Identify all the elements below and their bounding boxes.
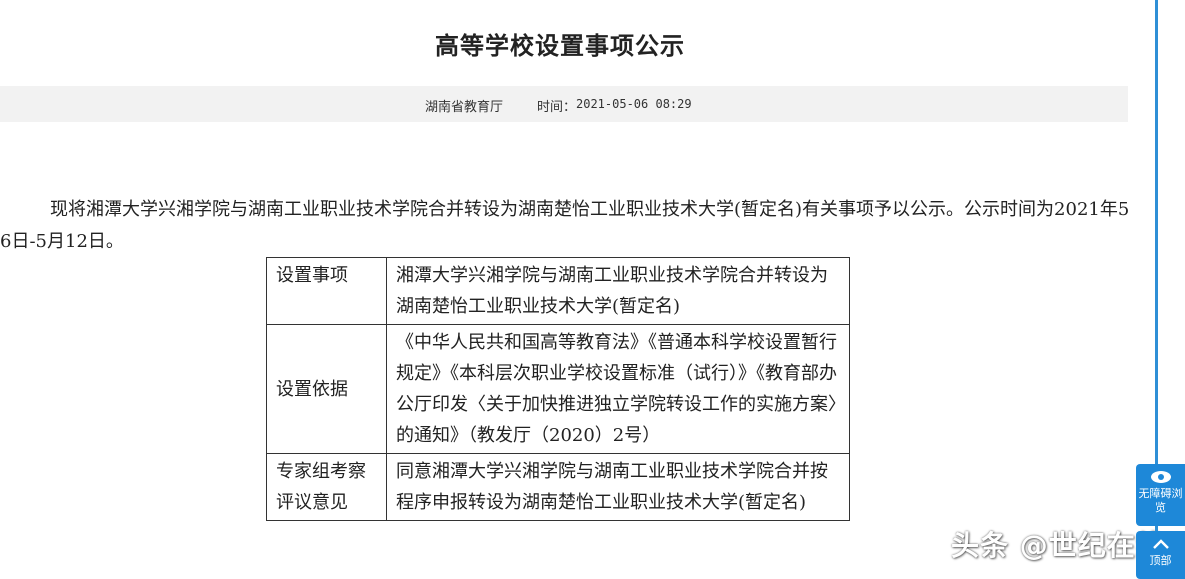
table-row: 专家组考察评议意见 同意湘潭大学兴湘学院与湖南工业职业技术学院合并按程序申报转设…	[266, 453, 850, 521]
table-row: 设置事项 湘潭大学兴湘学院与湖南工业职业技术学院合并转设为湖南楚怡工业职业技术大…	[266, 257, 850, 325]
table-value-cell: 同意湘潭大学兴湘学院与湖南工业职业技术学院合并按程序申报转设为湖南楚怡工业职业技…	[386, 453, 850, 521]
cut-off-text	[60, 570, 1130, 579]
table-key-cell: 专家组考察评议意见	[266, 453, 387, 521]
arrow-up-icon	[1152, 539, 1169, 549]
accessibility-button[interactable]: 无障碍浏览	[1136, 464, 1185, 526]
page: 高等学校设置事项公示 湖南省教育厅 时间： 2021-05-06 08:29 现…	[0, 0, 1185, 579]
table-key-cell: 设置事项	[266, 257, 387, 325]
back-to-top-label: 顶部	[1149, 554, 1172, 567]
meta-bar: 湖南省教育厅 时间： 2021-05-06 08:29	[0, 86, 1128, 122]
eye-icon	[1150, 471, 1171, 483]
time-label: 时间：	[537, 100, 577, 115]
source-label: 湖南省教育厅	[425, 100, 504, 115]
watermark: 头条 @世纪在线	[951, 529, 1165, 562]
table-key-cell: 设置依据	[266, 324, 387, 454]
publish-time: 2021-05-06 08:29	[576, 97, 692, 111]
intro-paragraph: 现将湘潭大学兴湘学院与湖南工业职业技术学院合并转设为湖南楚怡工业职业技术大学(暂…	[0, 199, 1130, 252]
table-row: 设置依据 《中华人民共和国高等教育法》《普通本科学校设置暂行规定》《本科层次职业…	[266, 324, 850, 454]
back-to-top-button[interactable]: 顶部	[1136, 531, 1185, 579]
table-value-cell: 湘潭大学兴湘学院与湖南工业职业技术学院合并转设为湖南楚怡工业职业技术大学(暂定名…	[386, 257, 850, 325]
accessibility-label: 无障碍浏览	[1138, 487, 1183, 514]
info-table: 设置事项 湘潭大学兴湘学院与湖南工业职业技术学院合并转设为湖南楚怡工业职业技术大…	[266, 257, 850, 521]
table-value-cell: 《中华人民共和国高等教育法》《普通本科学校设置暂行规定》《本科层次职业学校设置标…	[386, 324, 850, 454]
page-title: 高等学校设置事项公示	[435, 31, 685, 60]
